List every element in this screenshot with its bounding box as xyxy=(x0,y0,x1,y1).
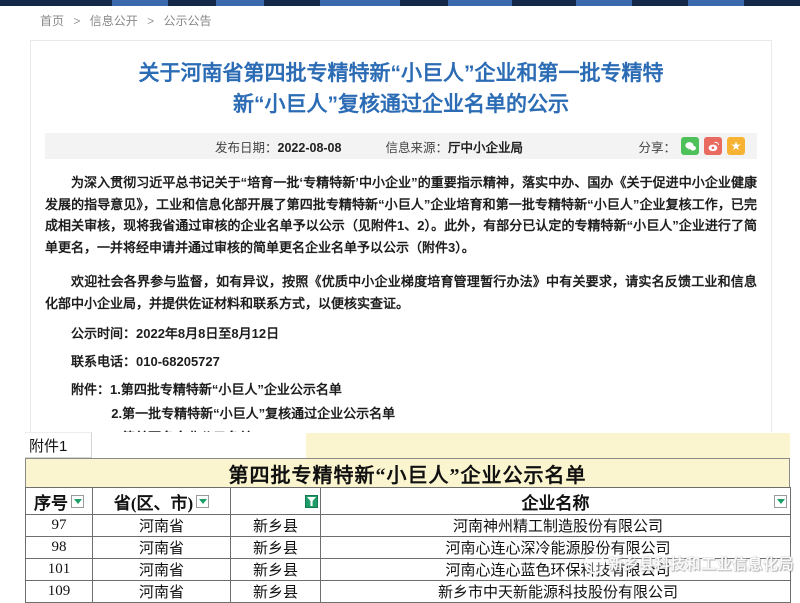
share-favorite-star-icon[interactable]: ★ xyxy=(727,137,745,155)
col-header-province: 省(区、市) xyxy=(93,488,231,515)
cell-county: 新乡县 xyxy=(231,559,321,581)
sheet-title-banner: 第四批专精特新“小巨人”企业公示名单 xyxy=(25,458,790,487)
cell-province: 河南省 xyxy=(93,515,231,537)
info-source: 信息来源：厅中小企业局 xyxy=(385,137,523,156)
cell-company: 河南心连心蓝色环保科技有限公司 xyxy=(321,559,791,581)
cell-province: 河南省 xyxy=(93,559,231,581)
sheet-tag-row: 附件1 xyxy=(25,432,790,458)
breadcrumb-separator: > xyxy=(147,14,154,28)
table-header-row: 序号 省(区、市) 企业名称 xyxy=(26,488,791,515)
share-label: 分享： xyxy=(638,137,676,156)
breadcrumb-separator: > xyxy=(73,14,80,28)
sheet-yellow-strip xyxy=(306,433,790,458)
cell-county: 新乡县 xyxy=(231,537,321,559)
filter-funnel-active-icon xyxy=(305,495,318,508)
breadcrumb-notice-link[interactable]: 公示公告 xyxy=(163,14,211,28)
attachment-item-2: 2.第一批专精特新“小巨人”复核通过企业公示名单 xyxy=(45,402,757,426)
companies-table: 序号 省(区、市) 企业名称 97 河南省 新乡县 河南 xyxy=(25,487,791,603)
table-row: 109 河南省 新乡县 新乡市中天新能源科技股份有限公司 xyxy=(26,581,791,603)
page-title: 关于河南省第四批专精特新“小巨人”企业和第一批专精特 新“小巨人”复核通过企业名… xyxy=(65,58,737,120)
breadcrumb: 首页 > 信息公开 > 公示公告 xyxy=(40,12,211,29)
top-nav-strip xyxy=(0,0,800,6)
article-meta-bar: 发布日期：2022-08-08 信息来源：厅中小企业局 分享： ★ xyxy=(45,133,757,159)
cell-company: 河南神州精工制造股份有限公司 xyxy=(321,515,791,537)
col-header-company: 企业名称 xyxy=(321,488,791,515)
contact-phone: 联系电话：010-68205727 xyxy=(45,351,757,370)
publicity-time: 公示时间：2022年8月8日至8月12日 xyxy=(45,323,757,342)
cell-county: 新乡县 xyxy=(231,581,321,603)
cell-index: 101 xyxy=(26,559,93,581)
breadcrumb-info-link[interactable]: 信息公开 xyxy=(90,14,138,28)
publish-date: 发布日期：2022-08-08 xyxy=(215,137,341,156)
article-paragraph-2: 欢迎社会各界参与监督，如有异议，按照《优质中小企业梯度培育管理暂行办法》中有关要… xyxy=(45,271,757,314)
cell-province: 河南省 xyxy=(93,581,231,603)
share-wechat-icon[interactable] xyxy=(681,137,699,155)
breadcrumb-home-link[interactable]: 首页 xyxy=(40,14,64,28)
filter-dropdown-icon xyxy=(196,495,209,508)
table-row: 98 河南省 新乡县 河南心连心深冷能源股份有限公司 xyxy=(26,537,791,559)
col-header-index: 序号 xyxy=(26,488,93,515)
cell-province: 河南省 xyxy=(93,537,231,559)
page-title-line1: 关于河南省第四批专精特新“小巨人”企业和第一批专精特 xyxy=(65,58,737,89)
col-header-county xyxy=(231,488,321,515)
cell-index: 97 xyxy=(26,515,93,537)
page-title-line2: 新“小巨人”复核通过企业名单的公示 xyxy=(65,89,737,120)
filter-dropdown-icon xyxy=(71,495,84,508)
cell-county: 新乡县 xyxy=(231,515,321,537)
filter-dropdown-icon xyxy=(774,495,787,508)
share-weibo-icon[interactable] xyxy=(704,137,722,155)
share-bar: 分享： ★ xyxy=(638,137,745,156)
article-paragraph-1: 为深入贯彻习近平总书记关于“培育一批‘专精特新’中小企业”的重要指示精神，落实中… xyxy=(45,172,757,258)
cell-company: 新乡市中天新能源科技股份有限公司 xyxy=(321,581,791,603)
attachment-item-1: 附件：1.第四批专精特新“小巨人”企业公示名单 xyxy=(45,378,757,402)
attachment1-sheet-image: 附件1 第四批专精特新“小巨人”企业公示名单 序号 省(区、市) 企业名称 xyxy=(25,432,790,603)
table-row: 101 河南省 新乡县 河南心连心蓝色环保科技有限公司 xyxy=(26,559,791,581)
cell-index: 98 xyxy=(26,537,93,559)
cell-index: 109 xyxy=(26,581,93,603)
cell-company: 河南心连心深冷能源股份有限公司 xyxy=(321,537,791,559)
table-row: 97 河南省 新乡县 河南神州精工制造股份有限公司 xyxy=(26,515,791,537)
attachment1-tag: 附件1 xyxy=(25,432,92,458)
